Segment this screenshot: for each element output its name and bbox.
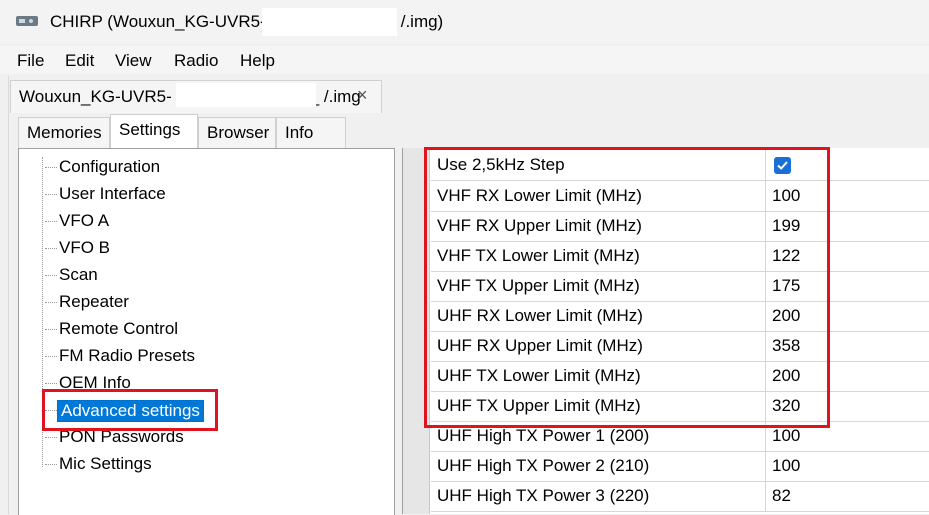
setting-name: VHF RX Upper Limit (MHz) xyxy=(437,216,642,235)
setting-name: Use 2,5kHz Step xyxy=(437,155,565,174)
menu-file[interactable]: File xyxy=(17,51,44,71)
setting-row-vhf-tx-lower[interactable]: VHF TX Lower Limit (MHz) 122 xyxy=(431,241,929,272)
setting-value[interactable]: 122 xyxy=(772,246,800,266)
setting-row-use-2-5khz-step[interactable]: Use 2,5kHz Step xyxy=(431,150,929,181)
setting-row-uhf-tx-lower[interactable]: UHF TX Lower Limit (MHz) 200 xyxy=(431,361,929,392)
setting-value[interactable]: 100 xyxy=(772,456,800,476)
setting-name: VHF TX Lower Limit (MHz) xyxy=(437,246,640,265)
setting-value[interactable]: 358 xyxy=(772,336,800,356)
title-bar: CHIRP (Wouxun_KG-UVR5-/.img) xyxy=(0,0,929,44)
redacted-area xyxy=(176,83,316,107)
setting-row-uhf-rx-lower[interactable]: UHF RX Lower Limit (MHz) 200 xyxy=(431,301,929,332)
setting-value[interactable]: 200 xyxy=(772,366,800,386)
setting-name: UHF High TX Power 3 (220) xyxy=(437,486,650,505)
setting-row-vhf-tx-upper[interactable]: VHF TX Upper Limit (MHz) 175 xyxy=(431,271,929,302)
chirp-app-icon xyxy=(16,16,38,26)
tab-info[interactable]: Info xyxy=(276,117,346,148)
setting-row-uhf-high-tx-power-3[interactable]: UHF High TX Power 3 (220) 82 xyxy=(431,481,929,512)
document-tab[interactable]: Wouxun_KG-UVR5- _ /.img × xyxy=(10,80,382,113)
setting-value[interactable]: 175 xyxy=(772,276,800,296)
setting-name: VHF RX Lower Limit (MHz) xyxy=(437,186,642,205)
setting-name: UHF High TX Power 1 (200) xyxy=(437,426,650,445)
setting-value[interactable]: 199 xyxy=(772,216,800,236)
setting-name: UHF High TX Power 2 (210) xyxy=(437,456,650,475)
setting-value[interactable]: 320 xyxy=(772,396,800,416)
tree-guide-line xyxy=(42,157,43,467)
menu-view[interactable]: View xyxy=(115,51,152,71)
setting-row-uhf-high-tx-power-1[interactable]: UHF High TX Power 1 (200) 100 xyxy=(431,421,929,452)
setting-name: VHF TX Upper Limit (MHz) xyxy=(437,276,640,295)
setting-row-uhf-rx-upper[interactable]: UHF RX Upper Limit (MHz) 358 xyxy=(431,331,929,362)
setting-row-vhf-rx-lower[interactable]: VHF RX Lower Limit (MHz) 100 xyxy=(431,181,929,212)
tab-settings[interactable]: Settings xyxy=(110,114,198,149)
setting-name: UHF RX Lower Limit (MHz) xyxy=(437,306,643,325)
setting-value[interactable]: 200 xyxy=(772,306,800,326)
setting-name: UHF TX Lower Limit (MHz) xyxy=(437,366,641,385)
menu-help[interactable]: Help xyxy=(240,51,275,71)
grid-gutter xyxy=(403,148,430,514)
tab-browser[interactable]: Browser xyxy=(198,117,276,148)
tab-memories[interactable]: Memories xyxy=(18,117,110,148)
settings-grid: Use 2,5kHz Step VHF RX Lower Limit (MHz)… xyxy=(402,148,929,514)
use-2-5khz-step-checkbox[interactable] xyxy=(774,157,791,174)
setting-value[interactable]: 100 xyxy=(772,426,800,446)
checkmark-icon xyxy=(777,161,788,170)
settings-tree[interactable]: Configuration User Interface VFO A VFO B… xyxy=(18,148,395,515)
close-tab-icon[interactable]: × xyxy=(357,85,368,106)
setting-row-uhf-tx-upper[interactable]: UHF TX Upper Limit (MHz) 320 xyxy=(431,391,929,422)
setting-value[interactable]: 100 xyxy=(772,186,800,206)
menu-edit[interactable]: Edit xyxy=(65,51,94,71)
menu-radio[interactable]: Radio xyxy=(174,51,218,71)
setting-name: UHF RX Upper Limit (MHz) xyxy=(437,336,643,355)
setting-name: UHF TX Upper Limit (MHz) xyxy=(437,396,641,415)
setting-row-vhf-rx-upper[interactable]: VHF RX Upper Limit (MHz) 199 xyxy=(431,211,929,242)
menu-bar: File Edit View Radio Help xyxy=(0,46,929,74)
setting-value[interactable]: 82 xyxy=(772,486,791,506)
redacted-area xyxy=(262,8,397,36)
setting-row-uhf-high-tx-power-2[interactable]: UHF High TX Power 2 (210) 100 xyxy=(431,451,929,482)
